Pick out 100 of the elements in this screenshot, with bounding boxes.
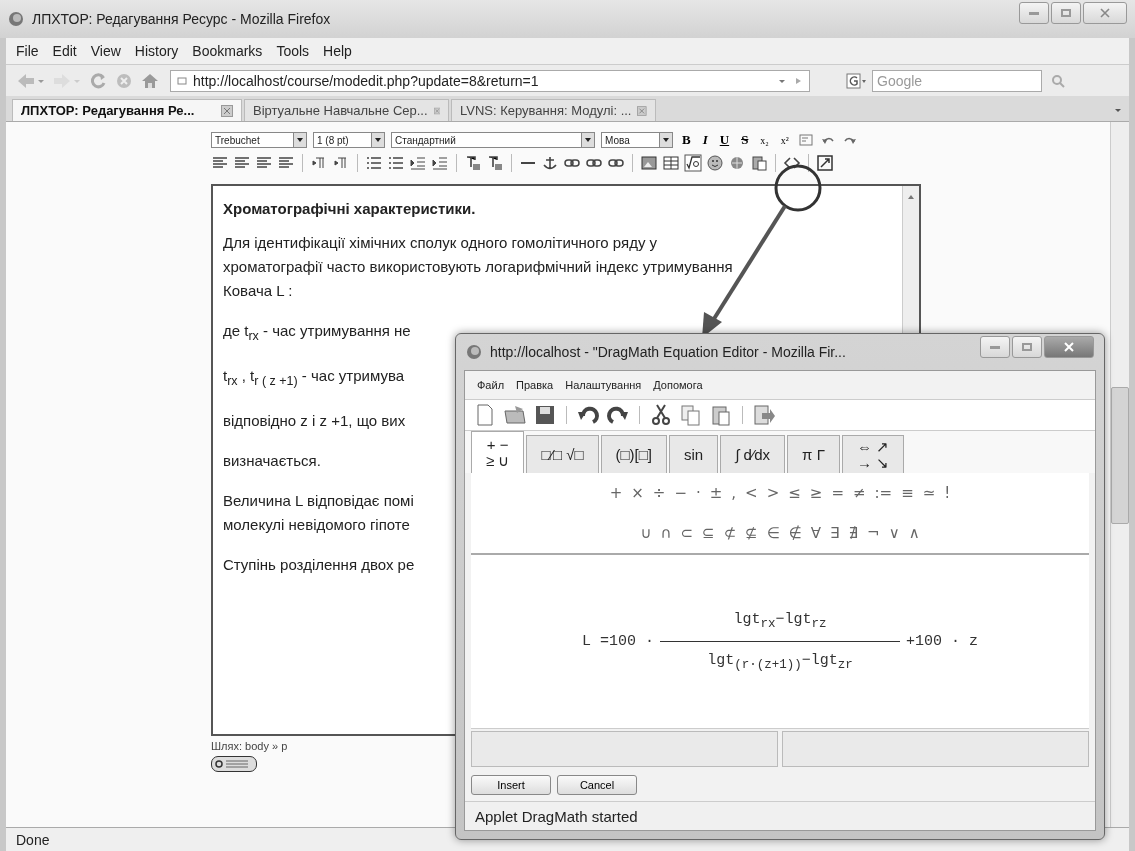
menu-item[interactable]: Допомога xyxy=(653,379,703,391)
square-root-icon[interactable] xyxy=(684,154,702,172)
close-button[interactable] xyxy=(1083,2,1127,24)
paste-icon[interactable] xyxy=(709,403,733,427)
special-character-icon[interactable] xyxy=(728,154,746,172)
symbol-button[interactable]: ÷ xyxy=(648,484,670,502)
menu-item[interactable]: Tools xyxy=(276,43,310,59)
color-icon[interactable] xyxy=(486,154,504,172)
symbol-button[interactable]: ∃ xyxy=(826,524,844,542)
symbol-button[interactable]: ⊈ xyxy=(741,524,762,542)
symbol-button[interactable]: ∈ xyxy=(762,524,784,542)
menu-item[interactable]: View xyxy=(90,43,121,59)
symbol-button[interactable]: ± xyxy=(705,484,727,502)
close-icon[interactable] xyxy=(1099,7,1111,19)
dialog-button[interactable]: Insert xyxy=(471,775,551,795)
close-button[interactable] xyxy=(1044,336,1094,358)
image-icon[interactable] xyxy=(640,154,658,172)
menu-item[interactable]: File xyxy=(16,43,39,59)
symbol-button[interactable]: , xyxy=(727,484,741,502)
menu-item[interactable]: Налаштування xyxy=(565,379,642,391)
maximize-button[interactable] xyxy=(1051,2,1081,24)
scissors-icon[interactable] xyxy=(649,403,673,427)
paragraph-line: Ковача L : xyxy=(223,281,293,301)
format-button[interactable]: B xyxy=(679,132,694,148)
symbol-button[interactable]: ∀ xyxy=(806,524,826,542)
symbol-button[interactable]: ⊄ xyxy=(719,524,741,542)
symbol-button[interactable]: ∧ xyxy=(904,524,924,542)
symbol-button[interactable]: < xyxy=(741,484,762,502)
indent-icon[interactable] xyxy=(431,154,449,172)
table-icon[interactable] xyxy=(662,154,680,172)
symbol-button[interactable]: ! xyxy=(940,484,955,502)
size-select[interactable]: 1 (8 pt) xyxy=(313,132,385,148)
symbol-tab[interactable]: ∫ d⁄dx xyxy=(720,435,786,473)
minimize-button[interactable] xyxy=(980,336,1010,358)
symbol-button[interactable]: ∉ xyxy=(784,524,806,542)
indent-icon[interactable] xyxy=(409,154,427,172)
symbol-button[interactable]: ≥ xyxy=(805,484,827,502)
browser-tab[interactable]: LVNS: Керування: Модулі: ... xyxy=(451,99,656,121)
minimize-button[interactable] xyxy=(1019,2,1049,24)
close-tab-icon[interactable] xyxy=(221,104,233,117)
symbol-button[interactable]: ∩ xyxy=(656,524,676,542)
font-select[interactable]: Trebuchet xyxy=(211,132,307,148)
browser-tab[interactable]: ЛПХТОР: Редагування Ре... xyxy=(12,99,242,121)
page-icon xyxy=(177,75,187,86)
format-button[interactable]: x² xyxy=(777,134,792,146)
export-icon[interactable] xyxy=(752,403,776,427)
search-field[interactable]: Google xyxy=(872,69,1042,92)
symbol-tab[interactable]: sin xyxy=(668,435,719,473)
symbol-button[interactable]: ⊆ xyxy=(697,524,719,542)
search-engine-icon[interactable] xyxy=(846,72,868,89)
symbol-button[interactable]: ∨ xyxy=(884,524,904,542)
format-button[interactable]: I xyxy=(699,132,711,148)
anchor-icon[interactable] xyxy=(541,154,559,172)
symbol-button[interactable]: ∪ xyxy=(636,524,656,542)
fullscreen-icon[interactable] xyxy=(816,154,834,172)
format-button[interactable]: x₂ xyxy=(757,134,772,146)
symbol-tab[interactable]: (□)[□] xyxy=(600,435,667,473)
symbol-tab[interactable]: + − ≥ ∪ xyxy=(471,431,525,473)
symbol-button[interactable]: = xyxy=(827,484,848,502)
format-button[interactable]: S xyxy=(738,132,752,148)
symbol-button[interactable]: ¬ xyxy=(863,524,884,542)
color-icon[interactable] xyxy=(464,154,482,172)
list-icon[interactable] xyxy=(365,154,383,172)
symbol-button[interactable]: > xyxy=(762,484,784,502)
symbol-button[interactable]: ≠ xyxy=(849,484,870,502)
menu-item[interactable]: Bookmarks xyxy=(192,43,263,59)
symbol-tab[interactable]: π Γ xyxy=(787,435,840,473)
symbol-button[interactable]: ≃ xyxy=(918,484,940,502)
menu-item[interactable]: Help xyxy=(323,43,352,59)
language-select[interactable]: Мова xyxy=(601,132,673,148)
format-button[interactable]: U xyxy=(716,132,733,148)
menu-item[interactable]: Edit xyxy=(52,43,77,59)
symbol-button[interactable]: + xyxy=(605,484,627,502)
symbol-button[interactable]: ⊂ xyxy=(676,524,697,542)
symbol-button[interactable]: ≤ xyxy=(784,484,805,502)
equation-text: L =100 · xyxy=(582,633,654,650)
symbol-button[interactable]: ≡ xyxy=(897,484,918,502)
symbol-button[interactable]: := xyxy=(870,484,897,502)
dialog-button[interactable]: Cancel xyxy=(557,775,637,795)
menu-item[interactable]: Правка xyxy=(516,379,554,391)
menu-item[interactable]: History xyxy=(134,43,179,59)
address-field[interactable]: http://localhost/course/modedit.php?update=8&return=1 xyxy=(170,69,810,92)
help-button[interactable] xyxy=(211,756,257,772)
symbol-button[interactable]: ∄ xyxy=(844,524,863,542)
symbol-tab[interactable]: ⇔ ↗ → ↘ xyxy=(841,435,905,473)
browser-tab[interactable]: Віртуальне Навчальне Сер... xyxy=(244,99,449,121)
symbol-button[interactable]: − xyxy=(670,484,691,502)
paste-icon[interactable] xyxy=(750,154,768,172)
maximize-button[interactable] xyxy=(1012,336,1042,358)
smiley-icon[interactable] xyxy=(706,154,724,172)
symbol-button[interactable]: × xyxy=(627,484,648,502)
list-icon[interactable] xyxy=(387,154,405,172)
page-scrollbar[interactable] xyxy=(1110,122,1129,827)
save-icon[interactable] xyxy=(533,403,557,427)
style-select[interactable]: Стандартний xyxy=(391,132,595,148)
open-folder-icon[interactable] xyxy=(503,403,527,427)
symbol-tab[interactable]: □⁄□ √□ xyxy=(526,435,599,473)
menu-item[interactable]: Файл xyxy=(477,379,505,391)
symbol-button[interactable]: · xyxy=(691,484,705,502)
paragraph-line: t$_{rx}$ , t$_{r ( z +1)}$ - час утримува xyxy=(223,366,405,390)
